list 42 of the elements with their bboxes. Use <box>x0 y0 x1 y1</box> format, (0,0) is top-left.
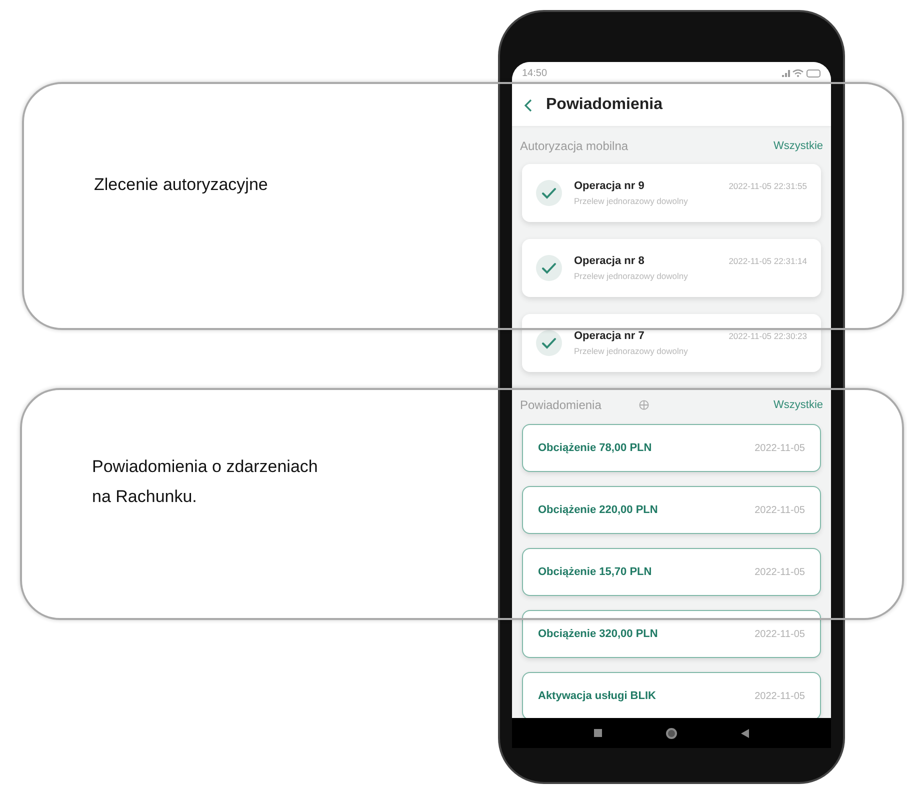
authorization-card[interactable]: Operacja nr 7 2022-11-05 22:30:23 Przelew jednorazowy dowolny <box>522 314 821 372</box>
operation-subtitle: Przelew jednorazowy dowolny <box>574 194 689 208</box>
notification-date: 2022-11-05 <box>754 442 805 456</box>
back-chevron-icon[interactable] <box>524 98 532 112</box>
notification-card[interactable]: Aktywacja usługi BLIK 2022-11-05 <box>522 672 821 718</box>
show-all-link[interactable]: Wszystkie <box>774 396 823 414</box>
notification-title: Obciążenie 78,00 PLN <box>538 440 652 456</box>
authorization-card[interactable]: Operacja nr 8 2022-11-05 22:31:14 Przelew jednorazowy dowolny <box>522 239 821 297</box>
back-icon[interactable] <box>741 728 749 738</box>
operation-time: 2022-11-05 22:31:14 <box>728 255 807 268</box>
notification-title: Obciążenie 15,70 PLN <box>538 564 652 580</box>
screen-title: Powiadomienia <box>546 95 662 115</box>
operation-title: Operacja nr 9 <box>574 179 644 194</box>
notification-card[interactable]: Obciążenie 220,00 PLN 2022-11-05 <box>522 486 821 534</box>
notification-card[interactable]: Obciążenie 78,00 PLN 2022-11-05 <box>522 424 821 472</box>
annotation-text: Powiadomienia o zdarzeniach na Rachunku. <box>92 456 319 508</box>
notification-date: 2022-11-05 <box>754 504 805 518</box>
notification-date: 2022-11-05 <box>754 566 805 580</box>
notification-title: Obciążenie 320,00 PLN <box>538 626 658 642</box>
annotation-text: Zlecenie autoryzacyjne <box>94 174 268 196</box>
notification-date: 2022-11-05 <box>754 690 805 704</box>
notification-title: Obciążenie 220,00 PLN <box>538 502 658 518</box>
section-title: Autoryzacja mobilna <box>520 138 628 155</box>
operation-subtitle: Przelew jednorazowy dowolny <box>574 344 689 358</box>
notification-card[interactable]: Obciążenie 320,00 PLN 2022-11-05 <box>522 610 821 658</box>
home-icon[interactable] <box>666 728 677 738</box>
operation-title: Operacja nr 7 <box>574 329 644 344</box>
operation-time: 2022-11-05 22:31:55 <box>728 180 807 194</box>
notification-title: Aktywacja usługi BLIK <box>538 688 656 704</box>
status-time: 14:50 <box>522 66 548 80</box>
operation-subtitle: Przelew jednorazowy dowolny <box>574 270 689 283</box>
check-icon <box>536 180 562 206</box>
operation-time: 2022-11-05 22:30:23 <box>728 330 807 344</box>
section-title: Powiadomienia <box>520 397 602 414</box>
show-all-link[interactable]: Wszystkie <box>774 138 823 154</box>
notification-card[interactable]: Obciążenie 15,70 PLN 2022-11-05 <box>522 548 821 596</box>
check-icon <box>536 255 562 281</box>
authorization-card[interactable]: Operacja nr 9 2022-11-05 22:31:55 Przelew jednorazowy dowolny <box>522 164 821 222</box>
operation-title: Operacja nr 8 <box>574 254 644 270</box>
check-icon <box>536 330 562 356</box>
notification-date: 2022-11-05 <box>754 628 805 642</box>
status-icons-icon <box>781 68 821 78</box>
